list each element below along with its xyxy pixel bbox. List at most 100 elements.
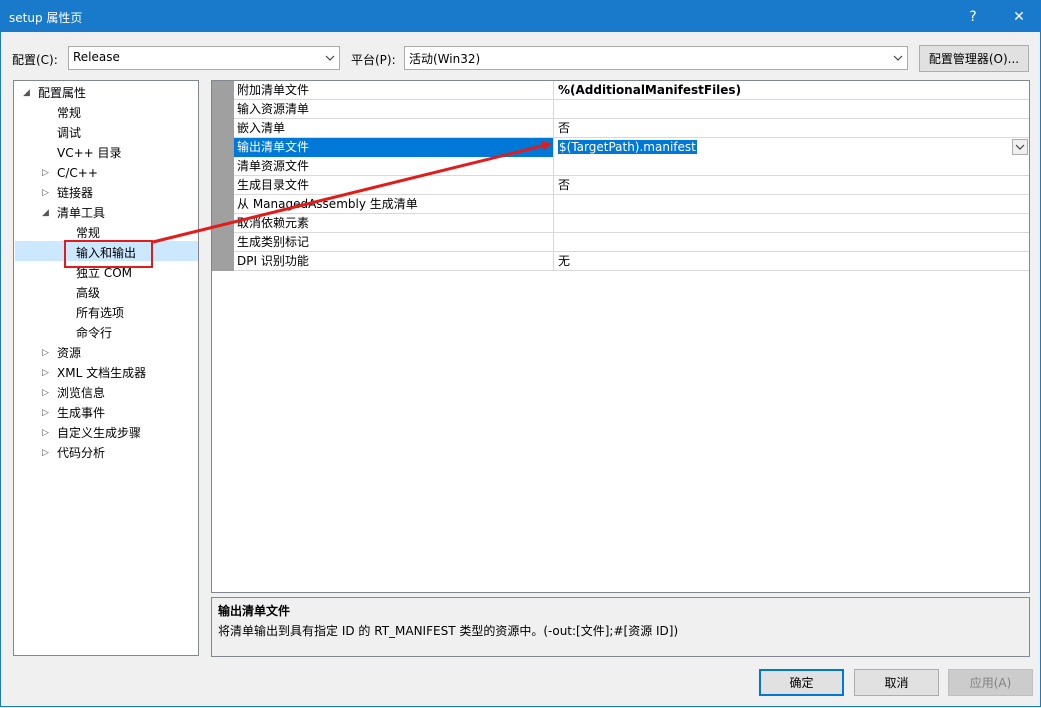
property-pages-window: setup 属性页 ? ✕ 配置(C): Release 平台(P): 活动(W… <box>0 0 1041 707</box>
chevron-down-icon <box>325 55 335 61</box>
config-select[interactable]: Release <box>68 46 340 70</box>
tree-item-label: 浏览信息 <box>57 386 106 400</box>
tree-item[interactable]: 高级 <box>76 283 100 303</box>
value-dropdown-button[interactable] <box>1012 139 1028 155</box>
property-value-text[interactable]: $(TargetPath).manifest <box>558 140 697 154</box>
property-name: 输出清单文件 <box>234 138 554 157</box>
tree-item[interactable]: ▷ 资源 <box>42 343 82 363</box>
property-row[interactable]: 嵌入清单否 <box>212 119 1029 138</box>
property-value[interactable] <box>555 233 1029 252</box>
property-value[interactable]: %(AdditionalManifestFiles) <box>555 81 1029 100</box>
property-name: 取消依赖元素 <box>234 214 554 233</box>
tree-item-label: 链接器 <box>57 186 94 200</box>
tree-item-label: 高级 <box>76 286 101 300</box>
tree-item[interactable]: 常规 <box>57 103 81 123</box>
tree-item[interactable]: ▷ 生成事件 <box>42 403 106 423</box>
property-row[interactable]: 输出清单文件 $(TargetPath).manifest <box>212 138 1029 157</box>
property-name: DPI 识别功能 <box>234 252 554 271</box>
tree-item-label: 生成事件 <box>57 406 106 420</box>
tree-item-label: VC++ 目录 <box>57 146 122 160</box>
row-gutter <box>212 195 234 214</box>
tree-item[interactable]: ▷ 代码分析 <box>42 443 106 463</box>
tree-item[interactable]: 所有选项 <box>76 303 124 323</box>
property-row[interactable]: 从 ManagedAssembly 生成清单 <box>212 195 1029 214</box>
config-label: 配置(C): <box>12 53 58 67</box>
tree-item[interactable]: ▷ 链接器 <box>42 183 94 203</box>
configuration-manager-button[interactable]: 配置管理器(O)... <box>919 45 1029 72</box>
tree-item[interactable]: VC++ 目录 <box>57 143 122 163</box>
tree-item-label: XML 文档生成器 <box>57 366 147 380</box>
ok-button[interactable]: 确定 <box>759 669 844 696</box>
apply-button[interactable]: 应用(A) <box>948 669 1033 696</box>
row-gutter <box>212 176 234 195</box>
platform-select[interactable]: 活动(Win32) <box>404 46 908 70</box>
tree-item[interactable]: ▷ C/C++ <box>42 163 98 183</box>
expanded-triangle-icon[interactable]: ◢ <box>42 203 52 223</box>
property-row[interactable]: 生成类别标记 <box>212 233 1029 252</box>
tree-item-label: 常规 <box>76 226 101 240</box>
tree-item-label: 自定义生成步骤 <box>57 426 142 440</box>
tree-item[interactable]: ▷ 自定义生成步骤 <box>42 423 142 443</box>
title-bar[interactable]: setup 属性页 ? ✕ <box>1 1 1040 32</box>
property-tree[interactable]: ◢ 配置属性 常规 调试 VC++ 目录 ▷ C/C++ ▷ 链接器 ◢ 清单工具 常规 输入和输出 独立… <box>13 80 199 656</box>
close-button[interactable]: ✕ <box>996 1 1041 32</box>
tree-item-label: 常规 <box>57 106 82 120</box>
collapsed-triangle-icon[interactable]: ▷ <box>42 383 52 403</box>
row-gutter <box>212 81 234 100</box>
row-gutter <box>212 157 234 176</box>
property-name: 生成类别标记 <box>234 233 554 252</box>
tree-item-label: C/C++ <box>57 166 98 180</box>
tree-item[interactable]: ▷ XML 文档生成器 <box>42 363 147 383</box>
property-value[interactable] <box>555 157 1029 176</box>
row-gutter <box>212 214 234 233</box>
collapsed-triangle-icon[interactable]: ▷ <box>42 363 52 383</box>
description-title: 输出清单文件 <box>218 604 291 618</box>
chevron-down-icon <box>893 55 903 61</box>
collapsed-triangle-icon[interactable]: ▷ <box>42 163 52 183</box>
collapsed-triangle-icon[interactable]: ▷ <box>42 443 52 463</box>
tree-item[interactable]: ▷ 浏览信息 <box>42 383 106 403</box>
property-value[interactable] <box>555 100 1029 119</box>
help-button[interactable]: ? <box>950 1 996 32</box>
tree-item[interactable]: 调试 <box>57 123 81 143</box>
property-value[interactable]: 否 <box>555 176 1029 195</box>
property-value[interactable] <box>555 195 1029 214</box>
property-value[interactable] <box>555 214 1029 233</box>
property-row[interactable]: DPI 识别功能无 <box>212 252 1029 271</box>
collapsed-triangle-icon[interactable]: ▷ <box>42 423 52 443</box>
description-panel: 输出清单文件 将清单输出到具有指定 ID 的 RT_MANIFEST 类型的资源… <box>211 597 1030 657</box>
tree-item-label: 清单工具 <box>57 206 106 220</box>
tree-item-label: 代码分析 <box>57 446 106 460</box>
property-grid[interactable]: 附加清单文件 %(AdditionalManifestFiles) 输入资源清单 嵌入… <box>211 80 1030 593</box>
property-value[interactable]: 无 <box>555 252 1029 271</box>
property-row[interactable]: 附加清单文件 %(AdditionalManifestFiles) <box>212 81 1029 100</box>
window-title: setup 属性页 <box>9 11 83 25</box>
expanded-triangle-icon[interactable]: ◢ <box>23 83 33 103</box>
collapsed-triangle-icon[interactable]: ▷ <box>42 343 52 363</box>
tree-item[interactable]: 命令行 <box>76 323 112 343</box>
property-value[interactable]: $(TargetPath).manifest <box>555 138 1029 157</box>
platform-label: 平台(P): <box>351 53 396 67</box>
tree-item-label: 独立 COM <box>76 266 132 280</box>
collapsed-triangle-icon[interactable]: ▷ <box>42 183 52 203</box>
tree-item-label: 资源 <box>57 346 82 360</box>
property-row[interactable]: 取消依赖元素 <box>212 214 1029 233</box>
row-gutter <box>212 138 234 157</box>
property-row[interactable]: 清单资源文件 <box>212 157 1029 176</box>
property-name: 从 ManagedAssembly 生成清单 <box>234 195 554 214</box>
property-value[interactable]: 否 <box>555 119 1029 138</box>
tree-item[interactable]: ◢ 清单工具 <box>42 203 106 223</box>
property-row[interactable]: 输入资源清单 <box>212 100 1029 119</box>
cancel-button[interactable]: 取消 <box>854 669 939 696</box>
row-gutter <box>212 100 234 119</box>
tree-item-label: 调试 <box>57 126 82 140</box>
property-name: 输入资源清单 <box>234 100 554 119</box>
property-name: 清单资源文件 <box>234 157 554 176</box>
config-select-value: Release <box>73 50 120 64</box>
tree-item[interactable]: ◢ 配置属性 <box>23 83 87 103</box>
property-name: 生成目录文件 <box>234 176 554 195</box>
tree-item-label: 配置属性 <box>38 86 87 100</box>
collapsed-triangle-icon[interactable]: ▷ <box>42 403 52 423</box>
row-gutter <box>212 233 234 252</box>
property-row[interactable]: 生成目录文件否 <box>212 176 1029 195</box>
